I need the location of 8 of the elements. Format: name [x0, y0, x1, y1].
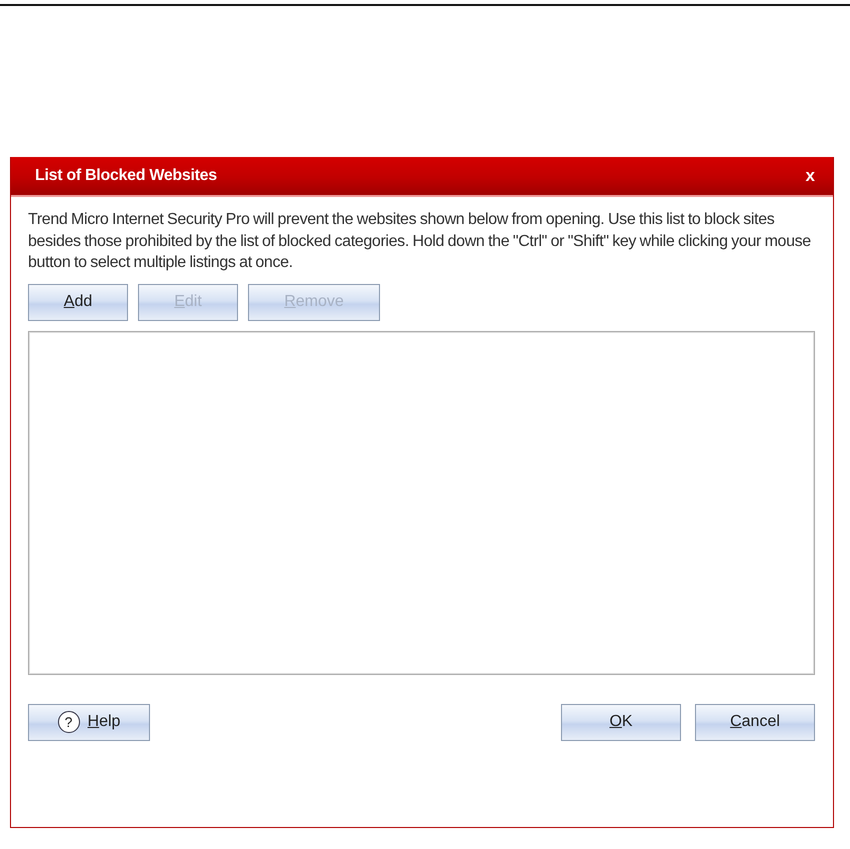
help-button[interactable]: ? Help	[28, 704, 150, 740]
cancel-button[interactable]: Cancel	[695, 704, 815, 740]
description-text: Trend Micro Internet Security Pro will prevent the websites shown below from opening. Use this list to block sites besides those prohibited by the list of blocked categories. Hold down the "Ctrl" or "Shift" key while clicking your mouse button to select multiple listings at once.	[28, 210, 812, 273]
window-title: List of Blocked Websites	[35, 167, 218, 185]
toolbar-button[interactable]: Add	[28, 284, 128, 320]
ok-button[interactable]: OK	[561, 704, 681, 740]
close-button[interactable]: x	[802, 166, 819, 186]
website-list[interactable]	[28, 330, 815, 674]
